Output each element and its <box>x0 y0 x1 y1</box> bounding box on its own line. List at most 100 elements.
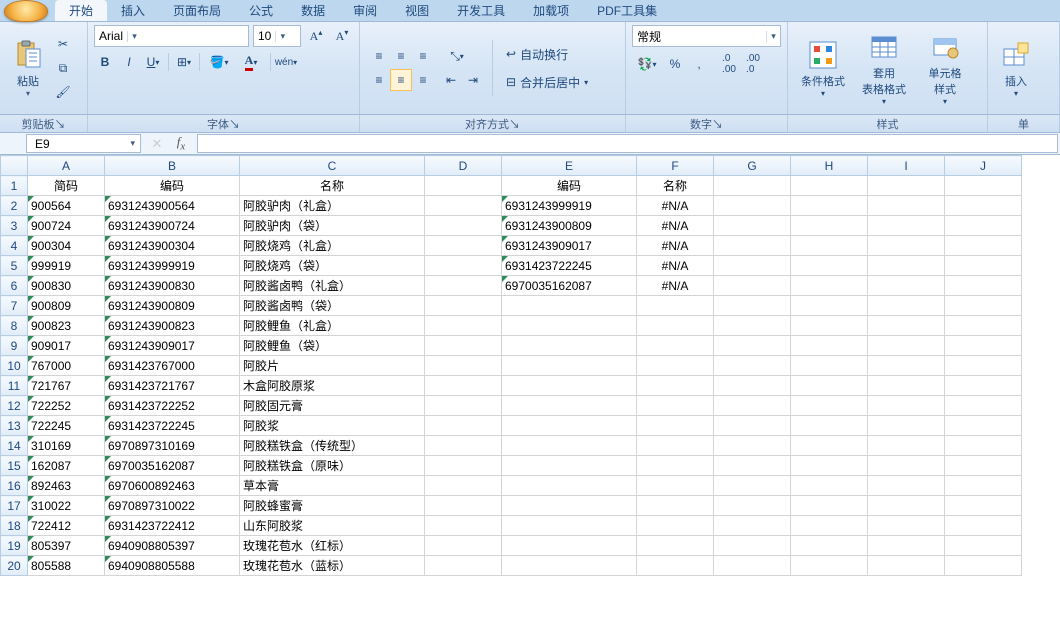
align-middle-button[interactable]: ≡ <box>390 45 412 67</box>
accounting-button[interactable]: 💱▾ <box>632 53 662 75</box>
cell[interactable] <box>791 496 868 516</box>
col-header-C[interactable]: C <box>240 156 425 176</box>
cell[interactable]: 阿胶酱卤鸭（袋） <box>240 296 425 316</box>
cell[interactable] <box>868 336 945 356</box>
cell[interactable]: 310169 <box>28 436 105 456</box>
cell[interactable] <box>502 356 637 376</box>
cell[interactable] <box>714 456 791 476</box>
cell[interactable] <box>714 356 791 376</box>
cell[interactable]: 6931423722252 <box>105 396 240 416</box>
shrink-font-button[interactable]: A▾ <box>331 25 353 47</box>
cell[interactable] <box>791 196 868 216</box>
cell[interactable]: 阿胶鲤鱼（袋） <box>240 336 425 356</box>
cell[interactable]: 阿胶驴肉（袋） <box>240 216 425 236</box>
cell[interactable]: 阿胶浆 <box>240 416 425 436</box>
col-header-J[interactable]: J <box>945 156 1022 176</box>
cell[interactable]: 6931243900823 <box>105 316 240 336</box>
cell[interactable] <box>791 556 868 576</box>
cell[interactable] <box>637 396 714 416</box>
cell[interactable] <box>714 196 791 216</box>
cell[interactable]: #N/A <box>637 276 714 296</box>
cell[interactable] <box>945 276 1022 296</box>
col-header-G[interactable]: G <box>714 156 791 176</box>
cell[interactable] <box>868 536 945 556</box>
font-launcher[interactable]: ↘ <box>229 119 240 131</box>
cell[interactable] <box>945 556 1022 576</box>
cell[interactable]: 805588 <box>28 556 105 576</box>
cell-styles-button[interactable]: 单元格 样式▾ <box>916 33 974 103</box>
row-header[interactable]: 9 <box>1 336 28 356</box>
col-header-A[interactable]: A <box>28 156 105 176</box>
row-header[interactable]: 18 <box>1 516 28 536</box>
italic-button[interactable]: I <box>118 51 140 73</box>
number-format-combo[interactable]: 常规▾ <box>632 25 781 47</box>
cell[interactable] <box>637 456 714 476</box>
cell[interactable] <box>945 476 1022 496</box>
formula-input[interactable] <box>197 134 1058 153</box>
cell[interactable] <box>425 176 502 196</box>
row-header[interactable]: 3 <box>1 216 28 236</box>
col-header-E[interactable]: E <box>502 156 637 176</box>
col-header-I[interactable]: I <box>868 156 945 176</box>
cell[interactable] <box>425 196 502 216</box>
cell[interactable] <box>791 516 868 536</box>
row-header[interactable]: 1 <box>1 176 28 196</box>
cell[interactable]: 6940908805588 <box>105 556 240 576</box>
cell[interactable] <box>791 296 868 316</box>
cell[interactable]: 722245 <box>28 416 105 436</box>
cell[interactable] <box>945 376 1022 396</box>
cell[interactable] <box>945 196 1022 216</box>
cell[interactable] <box>714 336 791 356</box>
cell[interactable] <box>868 316 945 336</box>
cell[interactable] <box>425 216 502 236</box>
cell[interactable]: 名称 <box>240 176 425 196</box>
col-header-F[interactable]: F <box>637 156 714 176</box>
cell[interactable] <box>425 416 502 436</box>
tab-formula[interactable]: 公式 <box>235 0 287 21</box>
cell[interactable] <box>945 416 1022 436</box>
cell[interactable] <box>714 296 791 316</box>
cell[interactable]: 6970897310169 <box>105 436 240 456</box>
cell[interactable]: 6970600892463 <box>105 476 240 496</box>
cell[interactable] <box>502 436 637 456</box>
cell[interactable] <box>425 296 502 316</box>
cell[interactable] <box>637 496 714 516</box>
align-bottom-button[interactable]: ≡ <box>412 45 434 67</box>
cell[interactable] <box>868 276 945 296</box>
cell[interactable] <box>714 556 791 576</box>
cell[interactable] <box>791 276 868 296</box>
cell[interactable] <box>945 216 1022 236</box>
paste-button[interactable]: 粘贴 ▾ <box>6 33 50 103</box>
font-name-combo[interactable]: Arial▾ <box>94 25 249 47</box>
cell[interactable] <box>868 456 945 476</box>
border-button[interactable]: ⊞▾ <box>173 51 195 73</box>
col-header-D[interactable]: D <box>425 156 502 176</box>
cell[interactable] <box>502 296 637 316</box>
cell[interactable] <box>868 376 945 396</box>
row-header[interactable]: 7 <box>1 296 28 316</box>
cell[interactable] <box>502 336 637 356</box>
cell[interactable] <box>714 316 791 336</box>
decrease-decimal-button[interactable]: .00.0 <box>742 53 764 75</box>
indent-decrease-button[interactable]: ⇤ <box>440 69 462 91</box>
cell[interactable]: 722412 <box>28 516 105 536</box>
cell[interactable] <box>714 536 791 556</box>
col-header-H[interactable]: H <box>791 156 868 176</box>
insert-cells-button[interactable]: 插入▾ <box>994 33 1038 103</box>
select-all-corner[interactable] <box>1 156 28 176</box>
cell[interactable]: 阿胶糕铁盒（原味） <box>240 456 425 476</box>
cell[interactable]: 阿胶烧鸡（礼盒） <box>240 236 425 256</box>
cell[interactable] <box>637 436 714 456</box>
cell[interactable] <box>945 396 1022 416</box>
cell[interactable]: 6931423722245 <box>105 416 240 436</box>
cut-button[interactable]: ✂ <box>52 33 74 55</box>
cell[interactable] <box>637 336 714 356</box>
cell[interactable] <box>425 436 502 456</box>
cell[interactable]: 909017 <box>28 336 105 356</box>
cell[interactable] <box>714 416 791 436</box>
row-header[interactable]: 10 <box>1 356 28 376</box>
cell[interactable] <box>637 416 714 436</box>
cell[interactable]: 编码 <box>502 176 637 196</box>
grow-font-button[interactable]: A▴ <box>305 25 327 47</box>
worksheet-grid[interactable]: ABCDEFGHIJ 1简码编码名称编码名称290056469312439005… <box>0 155 1060 629</box>
